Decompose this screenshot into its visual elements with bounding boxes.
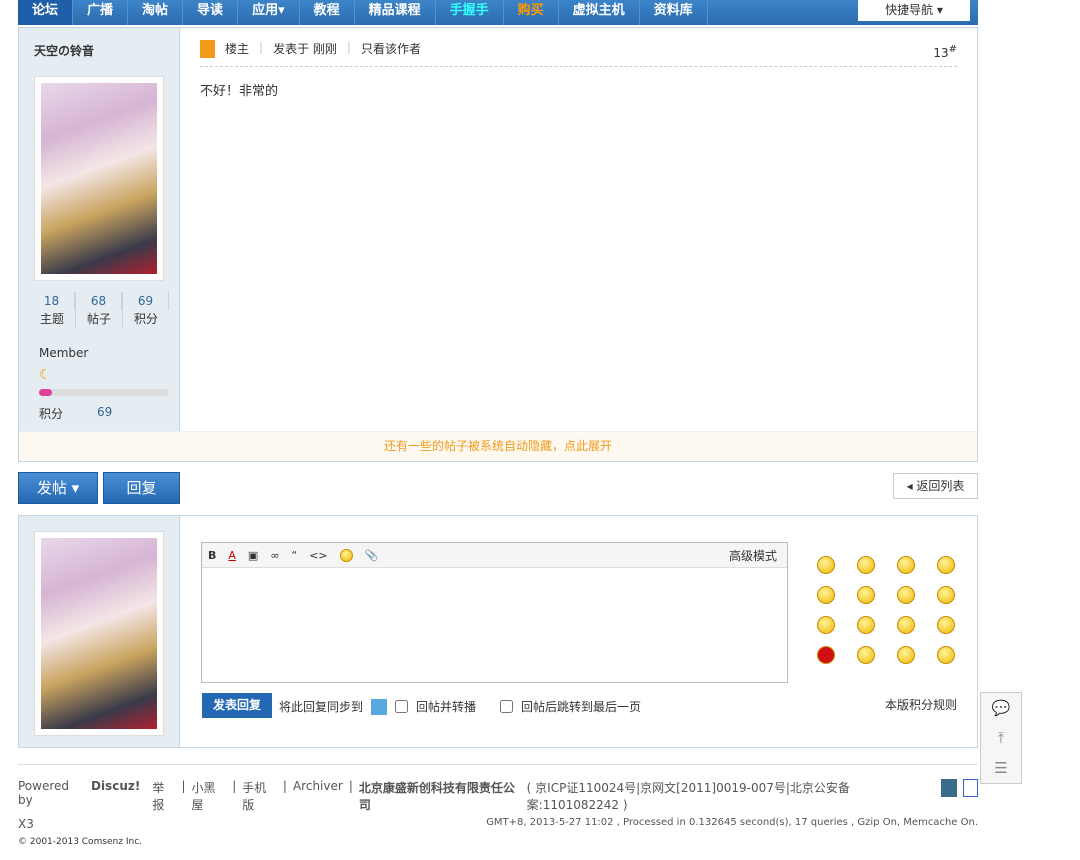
nav-item[interactable]: 论坛 — [18, 0, 74, 25]
nav-item[interactable]: 应用▾ — [238, 0, 300, 25]
reply-button[interactable]: 回复 — [103, 472, 180, 504]
author-sidebar: 天空の铃音 18 主题 68 帖子 69 积分 Member ☾ 积分 69 — [19, 28, 180, 431]
credit-rules-link[interactable]: 本版积分规则 — [885, 696, 957, 713]
company-link[interactable]: 北京康盛新创科技有限责任公司 — [359, 779, 521, 813]
code-icon[interactable]: <> — [309, 549, 327, 562]
feedback-icon[interactable]: 💬 — [981, 693, 1021, 723]
footer-link[interactable]: 小黑屋 — [192, 779, 227, 813]
new-post-button[interactable]: 发帖 ▾ — [18, 472, 98, 504]
quick-nav-button[interactable]: 快捷导航 ▾ — [858, 0, 970, 21]
jump-label: 回帖后跳转到最后一页 — [521, 700, 642, 714]
processing-stats: GMT+8, 2013-5-27 11:02 , Processed in 0.… — [486, 817, 978, 828]
quick-reply: B A ▣ ∞ “ <> 📎 高级模式 发表回复 将此回复同步到 回帖并转播 回帖后跳转到最… — [18, 515, 978, 748]
post: 天空の铃音 18 主题 68 帖子 69 积分 Member ☾ 积分 69 楼主 | … — [18, 27, 978, 462]
font-color-icon[interactable]: A — [228, 549, 236, 562]
back-to-top-icon[interactable]: ⤒ — [981, 723, 1021, 753]
copyright: © 2001-2013 Comsenz Inc. — [18, 837, 143, 847]
emoticon-icon[interactable] — [897, 616, 915, 634]
quote-icon[interactable]: “ — [292, 549, 298, 562]
nav-item[interactable]: 精品课程 — [355, 0, 436, 25]
emoticon-icon[interactable] — [897, 646, 915, 664]
op-badge-icon — [200, 40, 215, 58]
stat-threads[interactable]: 18 主题 — [29, 292, 76, 328]
emoticon-icon[interactable] — [897, 556, 915, 574]
nav-item[interactable]: 资料库 — [640, 0, 708, 25]
emoticon-icon[interactable] — [817, 646, 835, 664]
back-to-list-button[interactable]: ◂ 返回列表 — [893, 473, 978, 499]
editor: B A ▣ ∞ “ <> 📎 高级模式 — [201, 542, 788, 683]
nav-item[interactable]: 虚拟主机 — [559, 0, 640, 25]
level-progress — [39, 389, 169, 396]
moon-icon: ☾ — [39, 367, 52, 383]
footer: Powered by Discuz! 举报 | 小黑屋 | 手机版 | Archiver | 北… — [18, 764, 978, 847]
emoticon-grid — [817, 556, 955, 664]
avatar — [34, 531, 164, 736]
weibo-sync-icon[interactable] — [371, 698, 388, 715]
side-toolbar: 💬 ⤒ ☰ — [980, 692, 1022, 784]
image-icon[interactable]: ▣ — [248, 549, 258, 562]
smiley-icon[interactable] — [339, 548, 353, 562]
post-header: 楼主 | 发表于 刚刚 | 只看该作者 13# — [200, 40, 957, 67]
bold-icon[interactable]: B — [208, 549, 216, 562]
credit-value: 69 — [97, 405, 113, 419]
only-author-link[interactable]: 只看该作者 — [361, 40, 421, 57]
credit-label: 积分 — [39, 407, 64, 421]
nav-item[interactable]: 淘帖 — [128, 0, 184, 25]
forward-checkbox[interactable] — [395, 700, 409, 713]
nav-item[interactable]: 广播 — [73, 0, 129, 25]
stat-posts[interactable]: 68 帖子 — [76, 292, 123, 328]
police-badge-icon[interactable] — [941, 779, 957, 797]
emoticon-icon[interactable] — [897, 586, 915, 604]
nav-item[interactable]: 导读 — [183, 0, 239, 25]
nav-item[interactable]: 购买 — [504, 0, 559, 25]
icp-info[interactable]: ( 京ICP证110024号|京网文[2011]0019-007号|北京公安备案… — [527, 779, 935, 813]
editor-toolbar: B A ▣ ∞ “ <> 📎 高级模式 — [202, 543, 787, 568]
reply-textarea[interactable] — [202, 568, 787, 682]
author-stats: 18 主题 68 帖子 69 积分 — [29, 292, 169, 328]
emoticon-icon[interactable] — [857, 616, 875, 634]
user-group[interactable]: Member — [39, 346, 88, 360]
discuz-link[interactable]: Discuz! — [91, 779, 140, 813]
avatar[interactable] — [34, 76, 164, 281]
jump-last-page-checkbox[interactable] — [500, 700, 514, 713]
powered-by: Powered by — [18, 779, 70, 807]
attachment-icon[interactable]: 📎 — [365, 549, 379, 562]
footer-link[interactable]: Archiver — [293, 779, 343, 813]
emoticon-icon[interactable] — [817, 556, 835, 574]
link-icon[interactable]: ∞ — [270, 549, 279, 562]
emoticon-icon[interactable] — [937, 586, 955, 604]
emoticon-icon[interactable] — [937, 616, 955, 634]
nav-item[interactable]: 手握手 — [436, 0, 504, 25]
post-content: 不好！非常的 — [200, 84, 279, 99]
emoticon-icon[interactable] — [937, 556, 955, 574]
emoticon-icon[interactable] — [817, 616, 835, 634]
version: X3 — [18, 817, 34, 831]
stat-credits[interactable]: 69 积分 — [123, 292, 169, 328]
sync-label: 将此回复同步到 — [279, 700, 364, 714]
author-name[interactable]: 天空の铃音 — [34, 42, 94, 59]
footer-link[interactable]: 举报 — [152, 779, 175, 813]
reply-options: 将此回复同步到 回帖并转播 回帖后跳转到最后一页 — [279, 698, 641, 715]
submit-reply-button[interactable]: 发表回复 — [202, 693, 272, 718]
hidden-posts-notice[interactable]: 还有一些的帖子被系统自动隐藏，点此展开 — [19, 431, 977, 461]
floor-number[interactable]: 13# — [933, 44, 957, 60]
nav-item[interactable]: 教程 — [300, 0, 355, 25]
op-label: 楼主 — [225, 42, 250, 56]
credit-icon[interactable] — [962, 779, 978, 797]
footer-links: Powered by Discuz! 举报 | 小黑屋 | 手机版 | Archiver | 北… — [18, 779, 978, 813]
post-time: 发表于 刚刚 — [273, 42, 337, 56]
forward-label: 回帖并转播 — [416, 700, 477, 714]
emoticon-icon[interactable] — [857, 646, 875, 664]
footer-link[interactable]: 手机版 — [242, 779, 277, 813]
list-icon[interactable]: ☰ — [981, 753, 1021, 783]
emoticon-icon[interactable] — [857, 556, 875, 574]
advanced-mode-link[interactable]: 高级模式 — [729, 547, 777, 564]
reply-sidebar — [19, 516, 180, 747]
emoticon-icon[interactable] — [937, 646, 955, 664]
main-nav: 论坛 广播 淘帖 导读 应用▾ 教程 精品课程 手握手 购买 虚拟主机 资料库 … — [18, 0, 978, 25]
emoticon-icon[interactable] — [857, 586, 875, 604]
emoticon-icon[interactable] — [817, 586, 835, 604]
